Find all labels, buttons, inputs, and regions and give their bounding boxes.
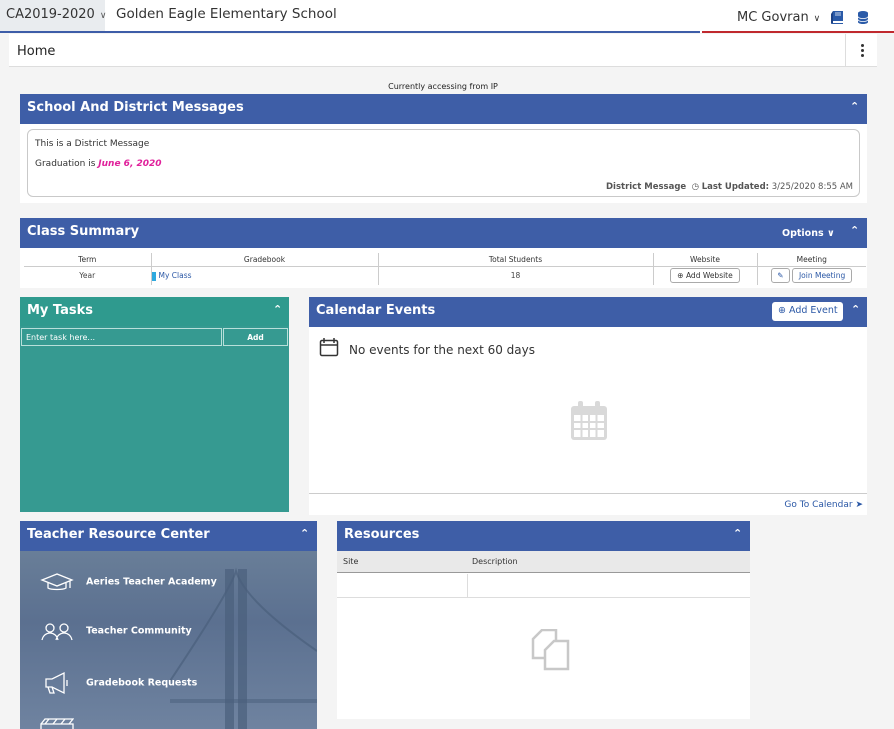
plus-circle-icon: ⊕ xyxy=(677,271,684,281)
graduation-cap-icon xyxy=(40,573,74,591)
top-bar: CA2019-2020 ∨ Golden Eagle Elementary Sch… xyxy=(0,0,894,33)
graduation-date: June 6, 2020 xyxy=(98,159,162,169)
column-header: Term xyxy=(24,253,152,267)
task-input[interactable]: Enter task here... xyxy=(21,328,222,346)
column-header: Site xyxy=(343,557,359,566)
blue-accent-bar xyxy=(0,31,700,33)
resources-title: Resources xyxy=(344,527,420,542)
column-header: Description xyxy=(472,557,518,566)
column-header: Gradebook xyxy=(151,253,379,267)
go-to-calendar-label: Go To Calendar xyxy=(784,500,853,510)
message-footer: District Message ◷ Last Updated: 3/25/20… xyxy=(606,182,853,192)
collapse-icon[interactable]: ⌃ xyxy=(733,527,743,540)
table-row xyxy=(337,574,750,598)
calendar-icon xyxy=(319,338,339,357)
ip-notice: Currently accessing from IP xyxy=(388,82,498,91)
breadcrumb: Home xyxy=(9,34,877,67)
updated-value: 3/25/2020 8:55 AM xyxy=(771,182,853,192)
collapse-icon[interactable]: ⌃ xyxy=(850,224,860,237)
school-name: Golden Eagle Elementary School xyxy=(116,6,337,22)
no-events-text: No events for the next 60 days xyxy=(349,343,536,357)
calendar-footer: Go To Calendar ➤ xyxy=(309,493,867,515)
collapse-icon[interactable]: ⌃ xyxy=(300,527,310,540)
options-label: Options xyxy=(782,228,824,239)
message-card: This is a District Message Graduation is… xyxy=(27,129,860,197)
meeting-cell: ✎ Join Meeting xyxy=(757,266,866,285)
edit-meeting-button[interactable]: ✎ xyxy=(771,268,790,284)
column-header: Total Students xyxy=(378,253,654,267)
column-header: Website xyxy=(653,253,758,267)
clock-icon: ◷ xyxy=(691,182,699,192)
trc-item-requests[interactable]: Gradebook Requests xyxy=(40,671,197,695)
resources-header: Resources ⌃ xyxy=(337,521,750,551)
kebab-menu-icon[interactable] xyxy=(845,34,877,67)
red-accent-bar xyxy=(702,31,894,33)
tasks-title: My Tasks xyxy=(27,303,94,318)
trc-item-community[interactable]: Teacher Community xyxy=(40,621,192,641)
gradebook-color xyxy=(151,271,156,281)
message-type: District Message xyxy=(605,182,687,192)
go-to-calendar-link[interactable]: Go To Calendar ➤ xyxy=(784,500,863,510)
join-meeting-button[interactable]: Join Meeting xyxy=(791,268,853,284)
year-label: CA2019-2020 xyxy=(6,7,95,22)
plus-circle-icon: ⊕ xyxy=(778,305,786,316)
messages-title: School And District Messages xyxy=(27,100,244,115)
gradebook-cell: My Class xyxy=(151,266,379,285)
chevron-down-icon: ∨ xyxy=(826,228,835,239)
website-cell: ⊕ Add Website xyxy=(653,266,758,285)
gradebook-link[interactable]: My Class xyxy=(159,271,192,280)
home-link[interactable]: Home xyxy=(17,44,55,59)
button-label: Add Website xyxy=(685,271,733,281)
collapse-icon[interactable]: ⌃ xyxy=(850,100,860,113)
messages-header: School And District Messages ⌃ xyxy=(20,94,867,124)
chevron-down-icon: ∨ xyxy=(810,14,821,24)
calendar-title: Calendar Events xyxy=(316,303,436,318)
add-task-button[interactable]: Add xyxy=(223,328,288,346)
trc-item-academy[interactable]: Aeries Teacher Academy xyxy=(40,572,217,592)
collapse-icon[interactable]: ⌃ xyxy=(851,303,861,316)
add-event-label: Add Event xyxy=(789,305,838,316)
resources-table-header: Site Description xyxy=(337,551,750,573)
documents-empty-icon xyxy=(531,629,570,671)
add-event-button[interactable]: ⊕ Add Event xyxy=(772,302,843,321)
add-website-button[interactable]: ⊕ Add Website xyxy=(670,268,740,284)
arrow-right-circle-icon: ➤ xyxy=(855,500,863,510)
message-line: Graduation is June 6, 2020 xyxy=(35,159,162,169)
pencil-icon: ✎ xyxy=(777,271,784,281)
trc-item-label: Gradebook Requests xyxy=(86,677,198,689)
trc-item-label: Teacher Community xyxy=(86,625,192,637)
tasks-header: My Tasks ⌃ xyxy=(20,297,289,326)
class-summary-title: Class Summary xyxy=(27,224,140,239)
column-header: Meeting xyxy=(757,253,866,267)
trc-body: Aeries Teacher Academy Teacher Community… xyxy=(20,551,317,729)
year-selector[interactable]: CA2019-2020 ∨ xyxy=(0,0,107,31)
class-summary-header: Class Summary ⌃ xyxy=(20,218,867,248)
chevron-down-icon: ∨ xyxy=(99,11,107,21)
collapse-icon[interactable]: ⌃ xyxy=(273,303,283,316)
resources-body: Site Description xyxy=(337,551,750,719)
updated-label: Last Updated: xyxy=(701,182,770,192)
database-icon[interactable] xyxy=(856,10,870,25)
trc-title: Teacher Resource Center xyxy=(27,527,210,542)
clapperboard-icon xyxy=(40,718,74,729)
user-menu[interactable]: MC Govran ∨ xyxy=(737,10,820,25)
table-row: Year My Class 18 ⊕ Add Website ✎ Join Me… xyxy=(24,266,866,285)
term-cell: Year xyxy=(24,266,152,285)
calendar-body: No events for the next 60 days xyxy=(309,327,867,493)
message-text: Graduation is xyxy=(35,159,99,169)
community-icon xyxy=(41,623,73,641)
options-menu[interactable]: Options ∨ xyxy=(782,228,835,239)
calendar-empty-icon xyxy=(571,401,607,440)
trc-item-label: Aeries Teacher Academy xyxy=(86,576,217,588)
user-name: MC Govran xyxy=(737,10,809,25)
tasks-body: Enter task here... Add xyxy=(20,326,289,512)
trc-header: Teacher Resource Center ⌃ xyxy=(20,521,317,551)
megaphone-icon xyxy=(45,671,68,695)
students-cell: 18 xyxy=(378,266,654,285)
message-line: This is a District Message xyxy=(35,139,150,149)
book-icon[interactable] xyxy=(830,10,844,25)
class-summary-table: Term Gradebook Total Students Website Me… xyxy=(24,253,866,285)
